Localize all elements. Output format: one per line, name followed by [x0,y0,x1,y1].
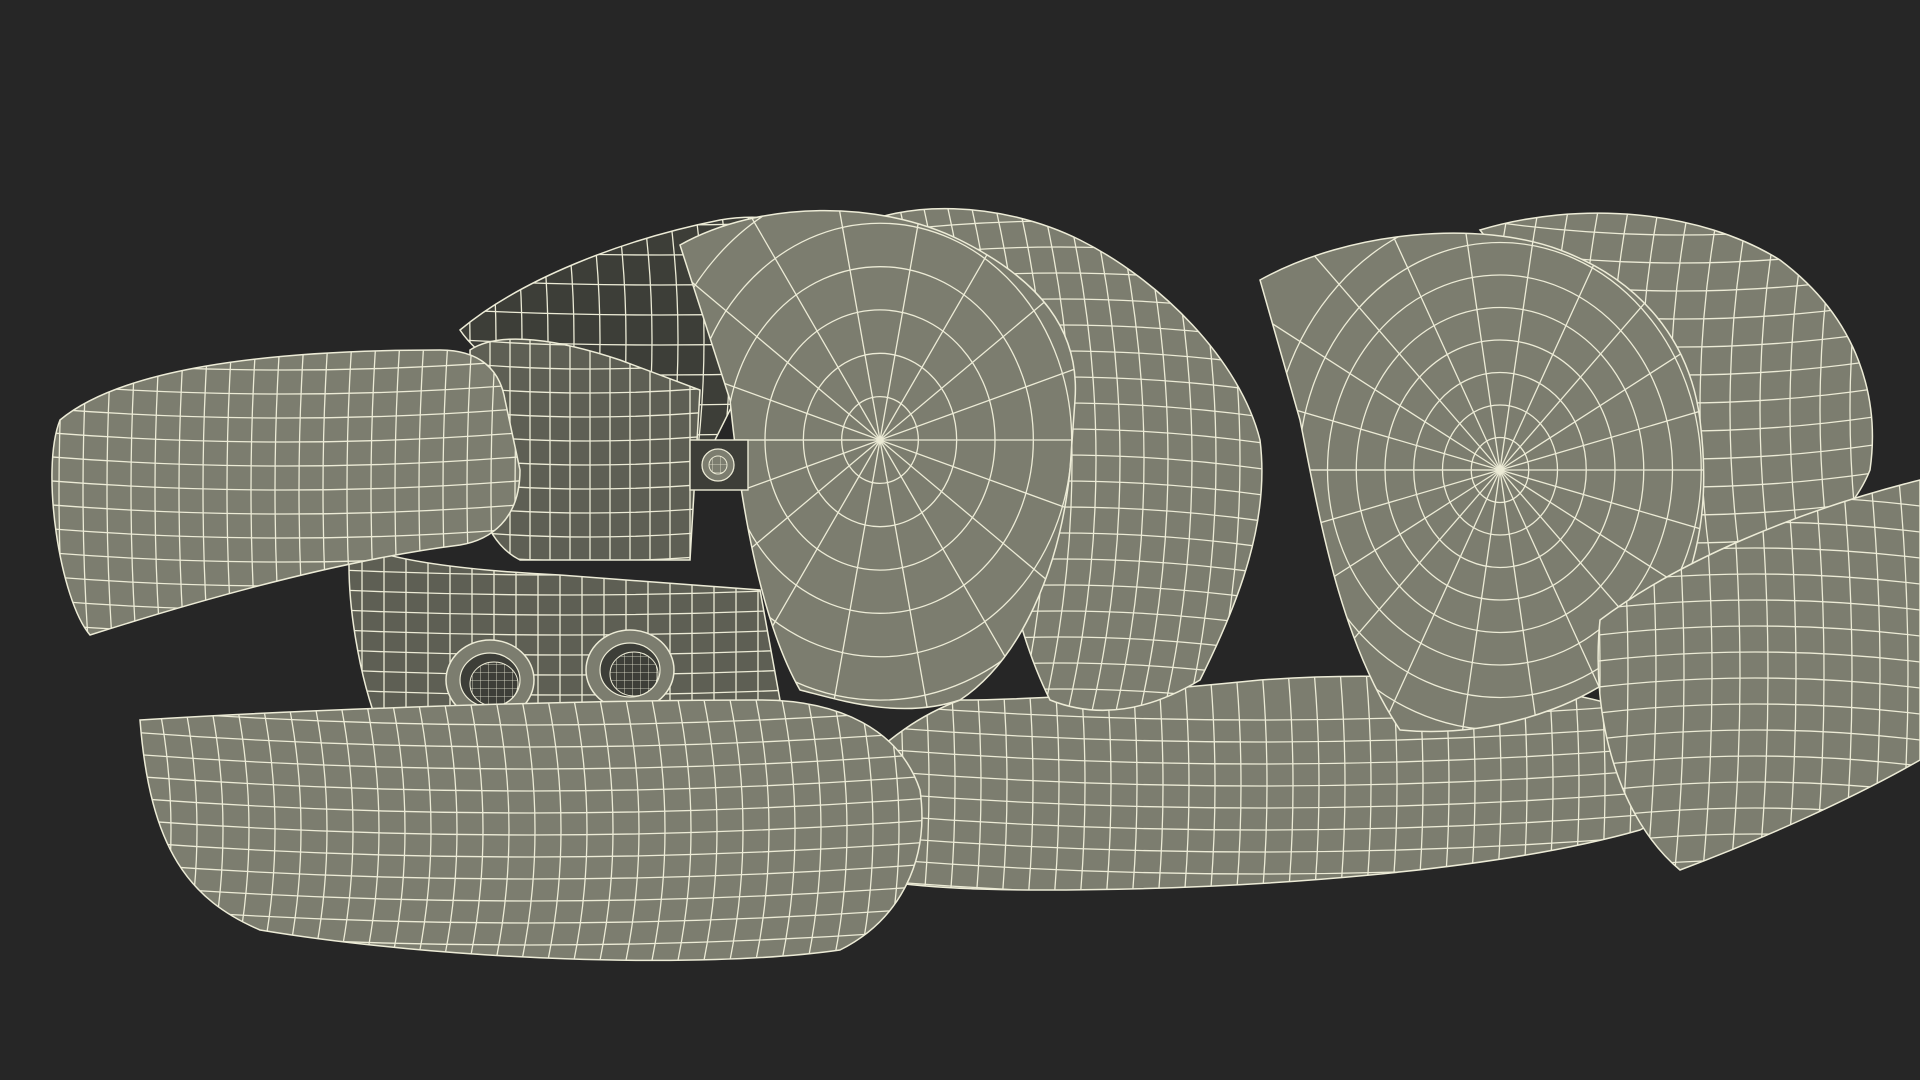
camera-module [689,439,749,491]
lower-finger [139,699,923,962]
render-viewport [0,0,1920,1080]
base-plate [819,675,1689,891]
wireframe-render [51,207,1920,962]
